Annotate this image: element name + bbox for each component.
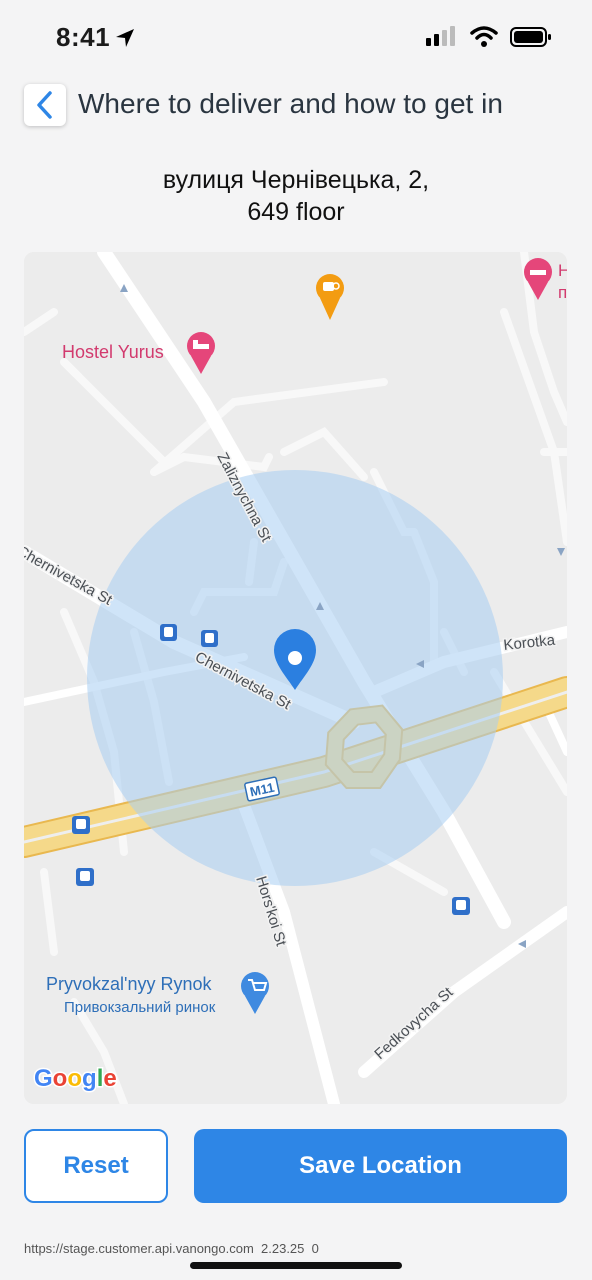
reset-button[interactable]: Reset [24,1129,168,1203]
tram-stop-icon [160,624,177,641]
wifi-icon [470,26,498,47]
save-location-button[interactable]: Save Location [194,1129,567,1203]
place-label-market-uk: Привокзальний ринок [64,999,216,1016]
status-bar: 8:41 [0,0,592,80]
cellular-signal-icon [426,26,455,46]
place-label-market-en: Pryvokzal'nyy Rynok [46,974,212,994]
place-label-partial-2: п [558,283,567,302]
back-button[interactable] [24,84,66,126]
chevron-left-icon [37,91,52,119]
address-line-2: 649 floor [247,198,345,226]
bus-stop-icon [452,897,470,915]
battery-icon [510,27,551,47]
delivery-address: вулиця Чернівецька, 2, 649 floor [0,164,592,228]
location-arrow-icon [116,29,134,47]
page-title: Where to deliver and how to get in [78,88,503,119]
location-map[interactable]: Zaliznychna St Chernivetska St Chernivet… [24,252,567,1104]
bus-stop-icon [72,816,90,834]
place-label-hostel: Hostel Yurus [62,342,164,362]
tram-stop-icon [201,630,218,647]
google-logo: Google [33,1064,119,1094]
home-indicator[interactable] [190,1262,402,1269]
address-line-1: вулиця Чернівецька, 2, [162,166,430,194]
bus-stop-icon [76,868,94,886]
build-info: https://stage.customer.api.vanongo.com 2… [24,1241,319,1256]
status-time: 8:41 [56,22,111,52]
svg-text:Google: Google [34,1065,117,1092]
place-label-partial-1: H [558,261,567,280]
